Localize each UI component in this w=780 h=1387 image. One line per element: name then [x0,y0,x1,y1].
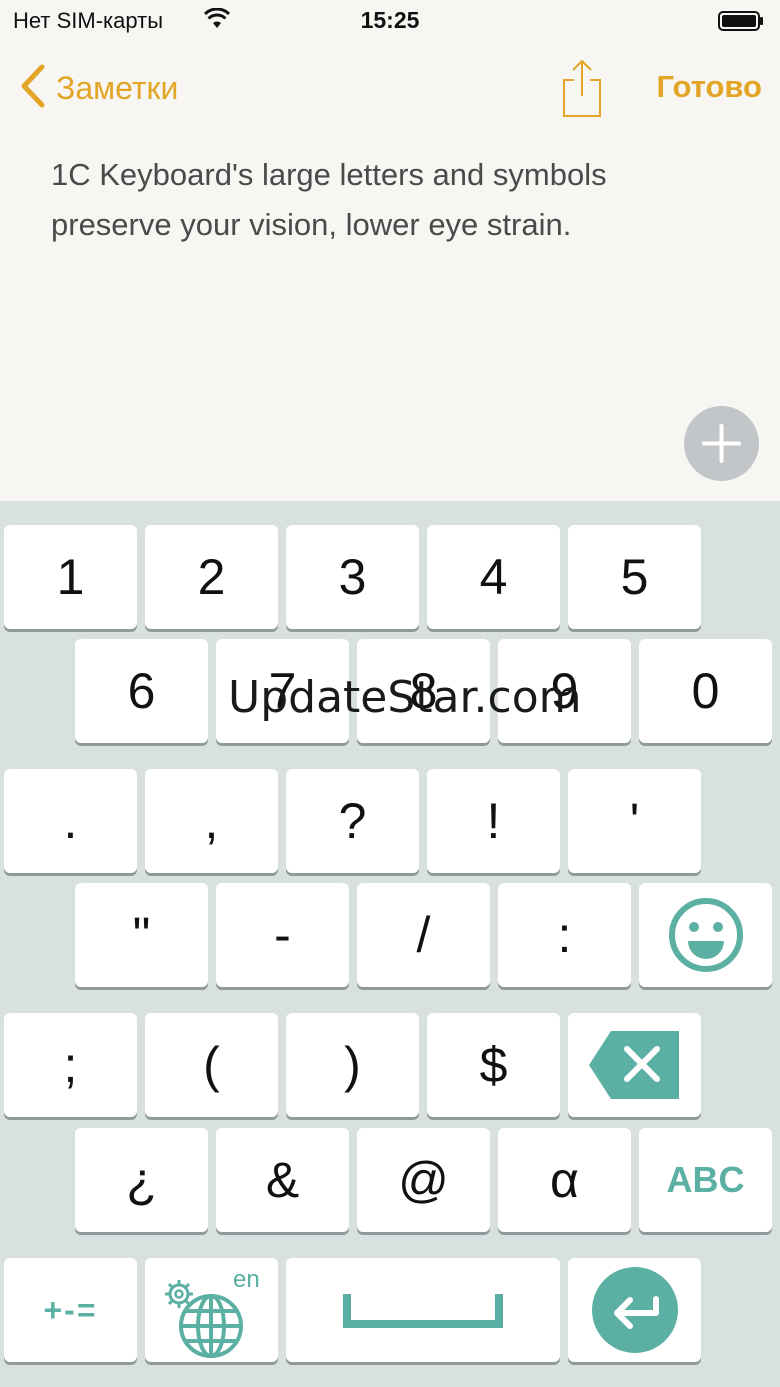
language-key[interactable]: en [145,1258,278,1362]
key-semicolon[interactable]: ; [4,1013,137,1117]
space-bar-icon [343,1294,503,1328]
key-7[interactable]: 7 [216,639,349,743]
note-body[interactable]: 1C Keyboard's large letters and symbols … [51,150,731,250]
symbols-key[interactable]: +-= [4,1258,137,1362]
emoji-key[interactable] [639,883,772,987]
key-0[interactable]: 0 [639,639,772,743]
add-button[interactable] [684,406,759,481]
return-key[interactable] [568,1258,701,1362]
key-close-paren[interactable]: ) [286,1013,419,1117]
key-4[interactable]: 4 [427,525,560,629]
navigation-bar: Заметки Готово [0,52,780,124]
key-ampersand[interactable]: & [216,1128,349,1232]
backspace-icon [588,1031,679,1099]
key-3[interactable]: 3 [286,525,419,629]
key-at[interactable]: @ [357,1128,490,1232]
share-icon[interactable] [558,58,606,118]
key-1[interactable]: 1 [4,525,137,629]
symbols-label: +-= [43,1291,98,1328]
key-inverted-question[interactable]: ¿ [75,1128,208,1232]
key-2[interactable]: 2 [145,525,278,629]
clock: 15:25 [360,7,420,33]
backspace-key[interactable] [568,1013,701,1117]
key-hyphen[interactable]: - [216,883,349,987]
back-button-label: Заметки [56,69,179,106]
status-bar: Нет SIM-карты 15:25 [0,0,780,44]
key-dollar[interactable]: $ [427,1013,560,1117]
notes-screen: Нет SIM-карты 15:25 Заметки Готово 1C Ke… [0,0,780,501]
chevron-left-icon [20,64,46,113]
smiley-icon [668,898,743,972]
plus-icon [702,424,741,463]
battery-icon [718,11,764,31]
back-button[interactable]: Заметки [20,64,178,112]
key-alpha[interactable]: α [498,1128,631,1232]
key-period[interactable]: . [4,769,137,873]
key-5[interactable]: 5 [568,525,701,629]
language-label: en [233,1266,260,1293]
key-comma[interactable]: , [145,769,278,873]
done-button[interactable]: Готово [657,69,763,105]
key-9[interactable]: 9 [498,639,631,743]
return-icon [591,1267,678,1353]
note-line: 1C Keyboard's large letters and symbols [51,157,607,192]
key-quote[interactable]: " [75,883,208,987]
key-question[interactable]: ? [286,769,419,873]
key-apostrophe[interactable]: ' [568,769,701,873]
key-colon[interactable]: : [498,883,631,987]
abc-key[interactable]: ABC [639,1128,772,1232]
globe-icon [177,1292,245,1372]
keyboard: 1 2 3 4 5 6 7 8 9 0 . , ? ! ' " - / : ; … [0,501,780,1387]
key-8[interactable]: 8 [357,639,490,743]
key-6[interactable]: 6 [75,639,208,743]
key-slash[interactable]: / [357,883,490,987]
key-open-paren[interactable]: ( [145,1013,278,1117]
key-exclamation[interactable]: ! [427,769,560,873]
abc-label: ABC [666,1159,745,1200]
space-key[interactable] [286,1258,560,1362]
note-line: preserve your vision, lower eye strain. [51,207,572,242]
